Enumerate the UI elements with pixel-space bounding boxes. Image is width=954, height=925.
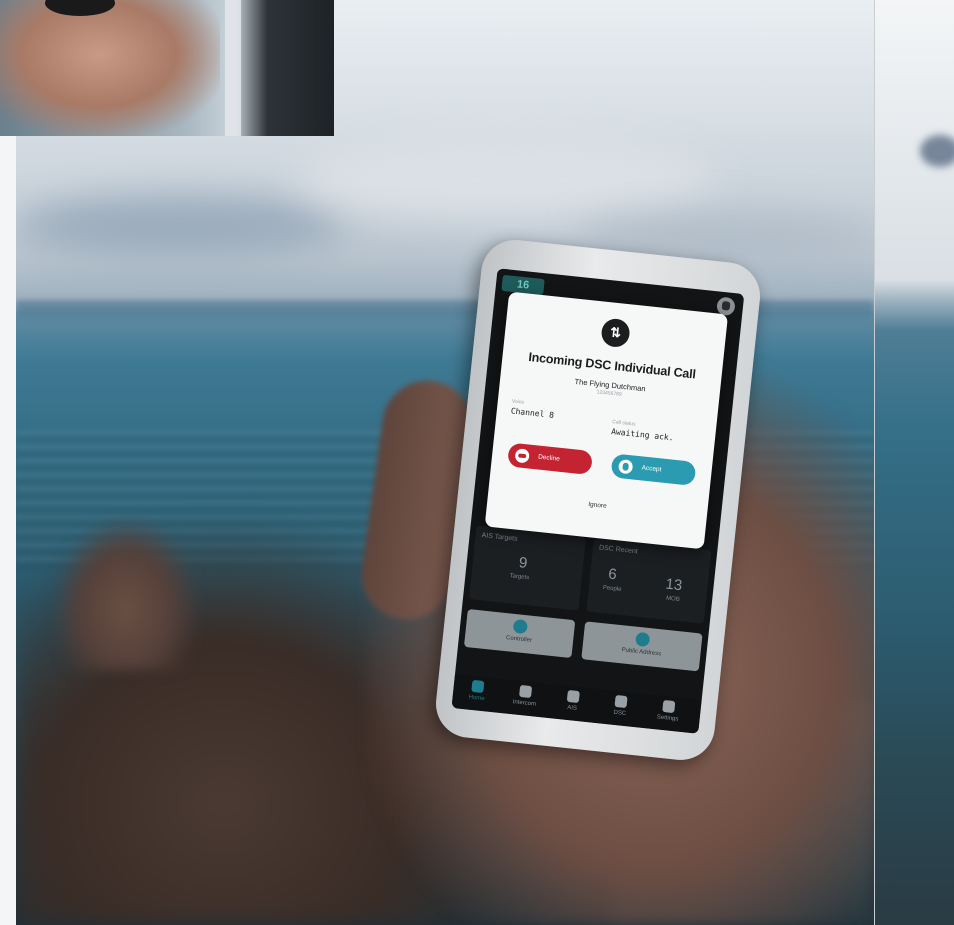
nav-item-home[interactable]: Home <box>456 678 498 703</box>
voice-label: Voice <box>511 398 525 406</box>
mob-unit: MOB <box>665 595 680 604</box>
decline-button[interactable]: Decline <box>507 442 594 476</box>
hand-closeup <box>0 0 220 136</box>
smartphone: 16 AIS Targets 9 Targets DSC Recent 6 Pe… <box>432 236 764 764</box>
controller-icon <box>512 618 529 635</box>
nav-item-intercom[interactable]: Intercom <box>504 683 546 708</box>
nav-label: Settings <box>656 714 679 723</box>
home-icon <box>471 679 485 694</box>
accept-button[interactable]: Accept <box>610 453 697 486</box>
bottom-nav: Home Intercom AIS DSC Settings <box>451 674 702 734</box>
adjacent-photo-strip <box>875 0 954 925</box>
incoming-call-dialog: ⇅ Incoming DSC Individual Call The Flyin… <box>484 291 729 550</box>
public-address-button[interactable]: Public Address <box>581 621 703 672</box>
microphone-icon <box>518 684 533 699</box>
gear-icon <box>662 699 676 714</box>
window-frame <box>225 0 241 136</box>
nav-item-settings[interactable]: Settings <box>647 698 689 723</box>
targets-count: 9 <box>518 554 529 572</box>
location-pin-icon <box>566 689 580 704</box>
phone-icon <box>617 459 634 475</box>
ignore-link[interactable]: Ignore <box>488 490 708 520</box>
cloud <box>296 140 716 220</box>
inset-photo <box>0 0 334 136</box>
card-label: AIS Targets <box>481 532 518 543</box>
hang-up-icon <box>514 448 530 464</box>
people-unit: People <box>602 585 622 593</box>
cloud <box>16 195 346 255</box>
controller-label: Controller <box>505 635 533 644</box>
background-photo: 16 AIS Targets 9 Targets DSC Recent 6 Pe… <box>16 0 874 925</box>
accept-label: Accept <box>641 464 662 474</box>
decline-label: Decline <box>537 453 561 463</box>
arrows-updown-icon <box>614 694 628 709</box>
card-label: DSC Recent <box>598 544 639 556</box>
call-status-label: Call status <box>611 419 636 428</box>
nav-item-dsc[interactable]: DSC <box>600 693 642 718</box>
voice-value: Channel 8 <box>510 406 555 420</box>
targets-unit: Targets <box>509 573 530 582</box>
call-arrows-icon: ⇅ <box>600 317 631 349</box>
cloud <box>920 135 954 167</box>
nav-label: AIS <box>566 704 578 712</box>
people-count: 6 <box>607 565 618 584</box>
mob-count: 13 <box>664 575 684 595</box>
controller-button[interactable]: Controller <box>463 608 576 659</box>
dsc-recent-card[interactable]: DSC Recent 6 People 13 MOB <box>586 537 712 624</box>
nav-label: DSC <box>613 709 627 718</box>
nav-label: Home <box>468 694 485 703</box>
ais-targets-card[interactable]: AIS Targets 9 Targets <box>468 525 587 611</box>
nav-item-ais[interactable]: AIS <box>552 688 594 713</box>
megaphone-icon <box>634 631 651 648</box>
call-status-value: Awaiting ack. <box>610 427 674 443</box>
foot <box>56 520 196 670</box>
phone-screen: 16 AIS Targets 9 Targets DSC Recent 6 Pe… <box>451 268 745 734</box>
nav-label: Intercom <box>512 699 537 708</box>
pa-label: Public Address <box>621 647 662 658</box>
